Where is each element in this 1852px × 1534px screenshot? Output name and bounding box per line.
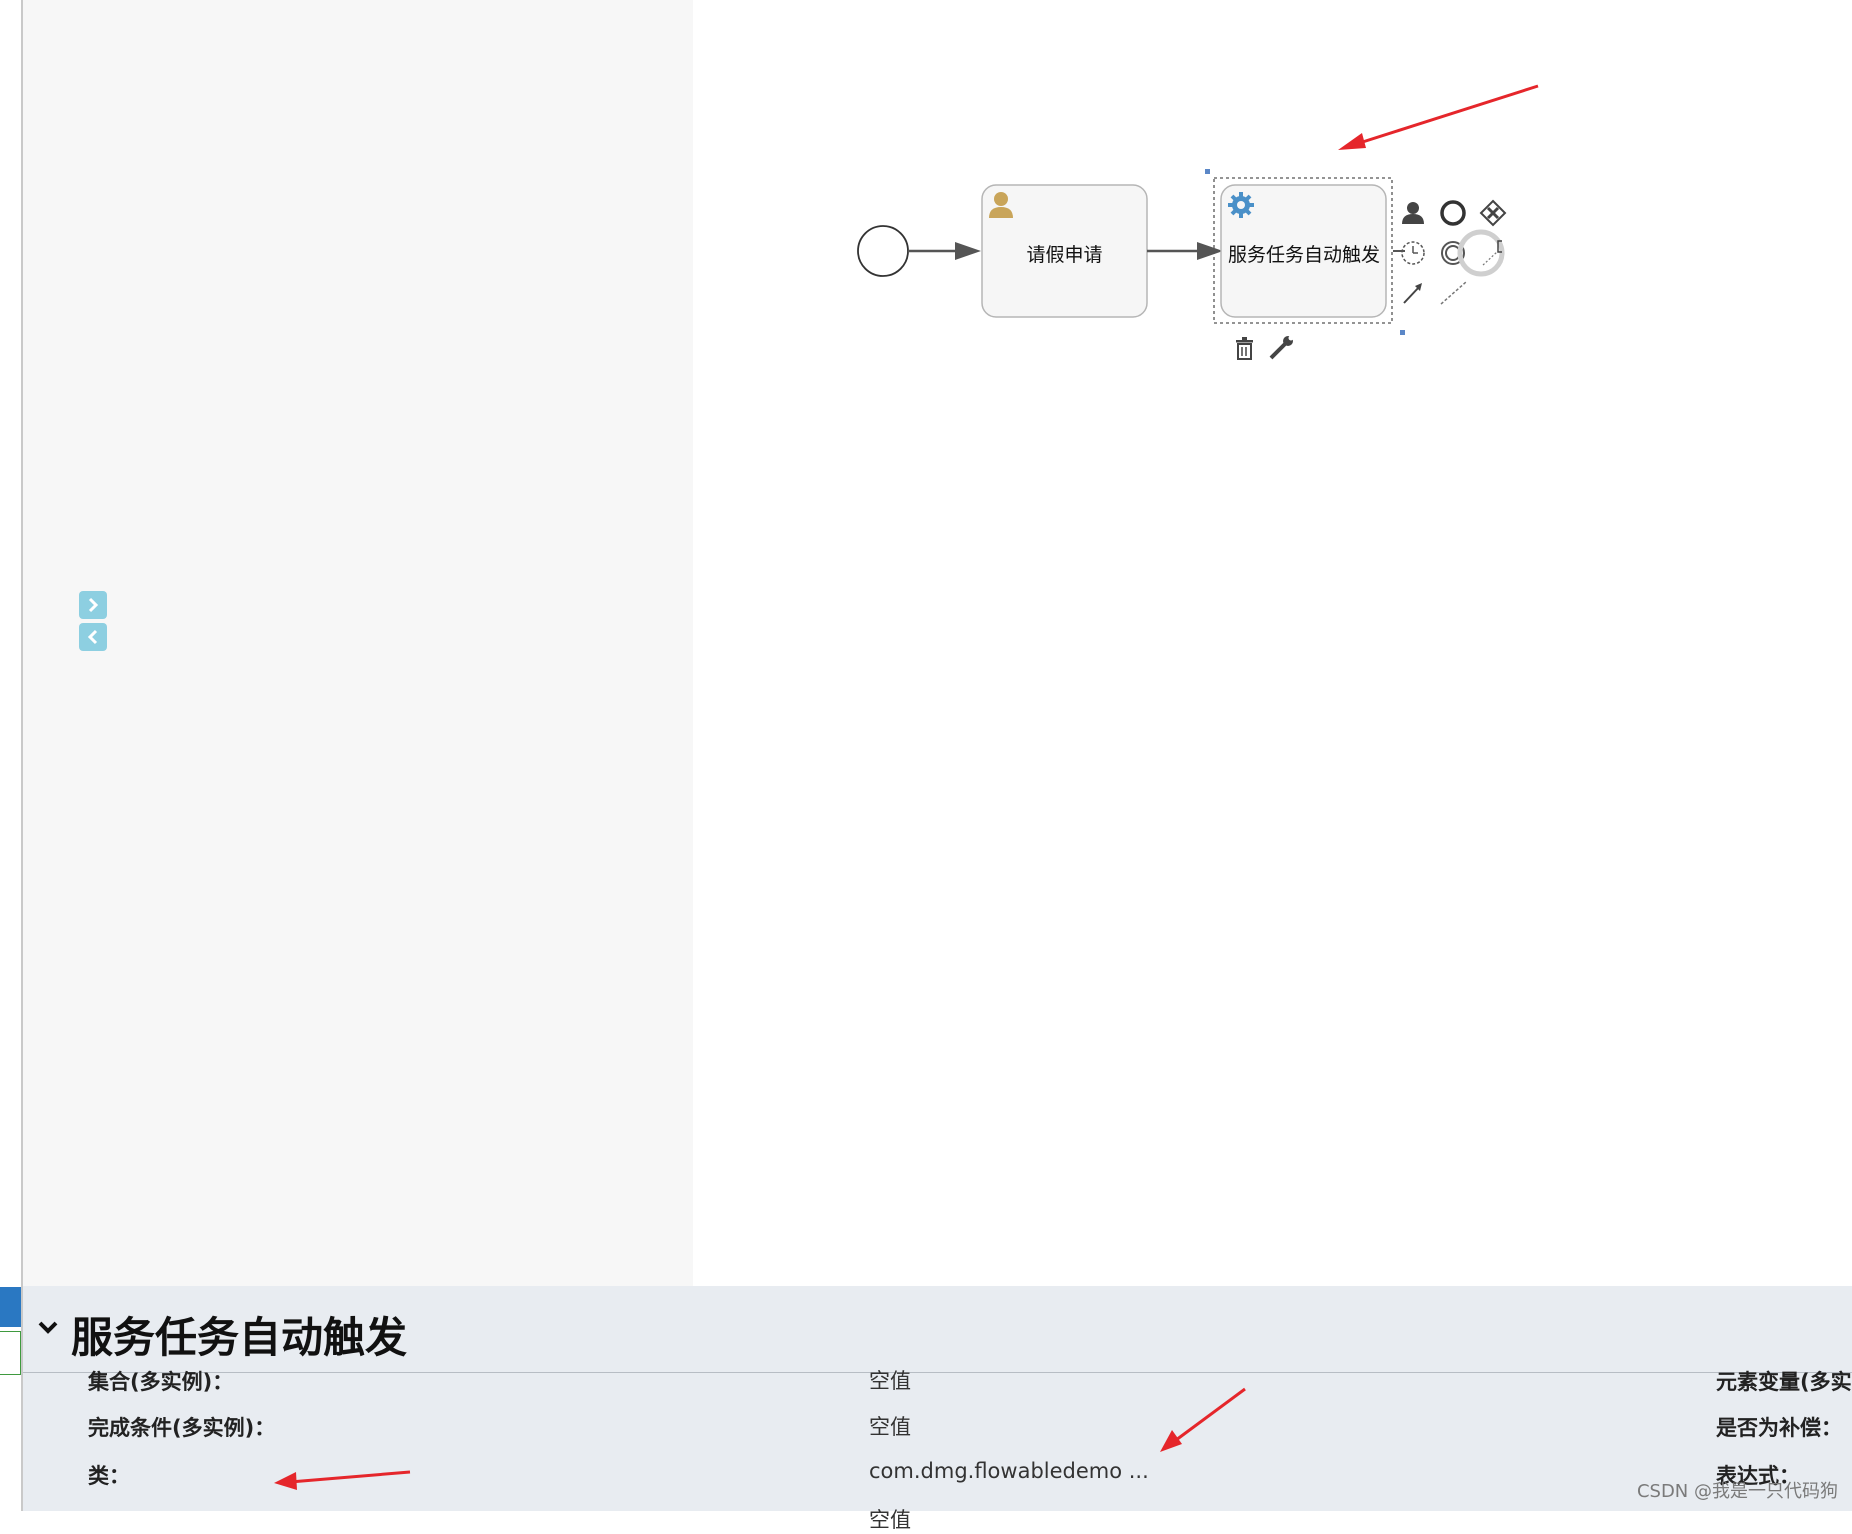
left-edge-green-tab[interactable]: [0, 1331, 21, 1375]
left-edge-blue-tab[interactable]: [0, 1287, 21, 1327]
prop-value-next[interactable]: 空值: [869, 1504, 911, 1534]
prop-label-class: 类：: [88, 1464, 130, 1488]
annotation-icon[interactable]: [1457, 229, 1505, 277]
trash-icon[interactable]: [1236, 337, 1253, 360]
prop-value-class[interactable]: com.dmg.flowabledemo ...: [869, 1459, 1149, 1483]
prop-label-compensation: 是否为补偿：: [1716, 1416, 1842, 1440]
service-task-label: 服务任务自动触发: [1227, 244, 1380, 266]
expand-right-icon[interactable]: [79, 591, 107, 619]
properties-panel: 服务任务自动触发 集合(多实例)： 空值 完成条件(多实例)： 空值 类： co…: [23, 1286, 1852, 1532]
diagram-canvas[interactable]: 请假申请 服务任务自动触发: [693, 0, 1852, 1286]
intermediate-event-icon[interactable]: [1401, 241, 1425, 265]
properties-header[interactable]: 服务任务自动触发: [23, 1286, 1852, 1373]
collapse-left-icon[interactable]: [79, 623, 107, 651]
left-edge-strip: [0, 0, 23, 1511]
resize-handle-top-left[interactable]: [1205, 169, 1210, 174]
association-icon[interactable]: [1440, 281, 1467, 305]
resize-handle-bottom-right[interactable]: [1400, 330, 1405, 335]
prop-value-completion-condition[interactable]: 空值: [869, 1411, 911, 1441]
sequence-flow-1[interactable]: [908, 242, 981, 260]
user-task-label: 请假申请: [1026, 244, 1103, 266]
properties-title: 服务任务自动触发: [71, 1313, 408, 1362]
user-task-icon[interactable]: [1402, 202, 1424, 224]
prop-label-collection: 集合(多实例)：: [88, 1370, 234, 1394]
sequence-flow-2[interactable]: [1147, 242, 1223, 260]
prop-label-completion-condition: 完成条件(多实例)：: [88, 1416, 276, 1440]
chevron-down-icon[interactable]: [37, 1320, 59, 1336]
wrench-icon[interactable]: [1269, 335, 1294, 360]
watermark: CSDN @我是一只代码狗: [1636, 1481, 1838, 1502]
gateway-icon[interactable]: [1479, 199, 1507, 227]
connect-arrow-icon[interactable]: [1403, 283, 1422, 304]
end-event-icon[interactable]: [1440, 200, 1466, 226]
palette-panel: [23, 0, 693, 1286]
prop-value-collection[interactable]: 空值: [869, 1365, 911, 1395]
start-event[interactable]: [857, 225, 909, 277]
prop-label-element-variable: 元素变量(多实: [1716, 1370, 1852, 1394]
